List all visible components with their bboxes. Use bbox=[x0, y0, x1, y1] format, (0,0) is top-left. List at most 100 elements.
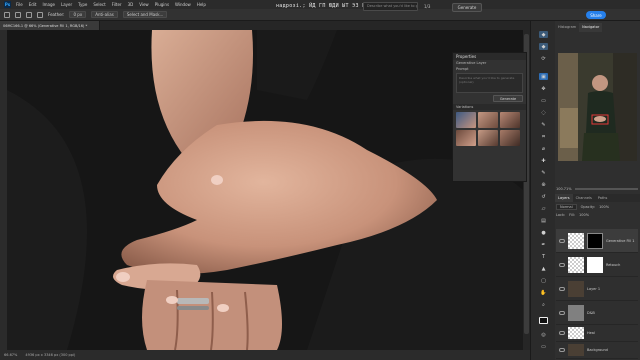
layer-row[interactable]: Layer 1 bbox=[556, 277, 638, 301]
layer-row[interactable]: Retouch bbox=[556, 253, 638, 277]
layer-thumbnail bbox=[568, 256, 584, 273]
variation-thumb-5[interactable] bbox=[478, 130, 498, 146]
quick-select-icon[interactable]: ✎ bbox=[539, 121, 548, 128]
add-selection-icon[interactable] bbox=[37, 11, 43, 18]
visibility-eye-icon[interactable] bbox=[559, 331, 565, 335]
feather-input[interactable]: 0 px bbox=[69, 11, 87, 18]
menu-type[interactable]: Type bbox=[78, 2, 87, 7]
marquee-tool-icon[interactable] bbox=[15, 11, 21, 18]
menu-window[interactable]: Window bbox=[175, 2, 191, 7]
screen-mode-icon[interactable]: ▭ bbox=[539, 343, 548, 350]
menu-help[interactable]: Help bbox=[197, 2, 206, 7]
navigator-tabs: Histogram Navigator bbox=[555, 23, 640, 32]
prompt-textarea[interactable]: Describe what you'd like to generate (op… bbox=[456, 73, 523, 93]
lasso-icon[interactable]: ◌ bbox=[539, 109, 548, 116]
visibility-eye-icon[interactable] bbox=[559, 348, 565, 352]
photoshop-logo[interactable]: Ps bbox=[4, 1, 11, 8]
fill-input[interactable]: 100% bbox=[579, 213, 589, 217]
pen-icon[interactable]: ✒ bbox=[539, 241, 548, 248]
menu-view[interactable]: View bbox=[139, 2, 149, 7]
layer-row[interactable]: Heal bbox=[556, 325, 638, 342]
layer-name: D&B bbox=[587, 310, 595, 315]
tab-layers[interactable]: Layers bbox=[555, 194, 573, 202]
tab-paths[interactable]: Paths bbox=[595, 194, 611, 202]
menu-plugins[interactable]: Plugins bbox=[155, 2, 169, 7]
properties-panel: Properties Generative Layer Prompt Descr… bbox=[452, 52, 527, 182]
menu-image[interactable]: Image bbox=[42, 2, 55, 7]
menu-filter[interactable]: Filter bbox=[112, 2, 122, 7]
history-icon[interactable]: ⟳ bbox=[539, 55, 548, 62]
zoom-tool-icon[interactable]: ⌕ bbox=[539, 301, 548, 308]
opacity-input[interactable]: 100% bbox=[599, 205, 609, 209]
feather-label: Feather: bbox=[48, 12, 65, 17]
properties-generate-button[interactable]: Generate bbox=[493, 95, 523, 102]
document-info: 4936 px x 3346 px (300 ppi) bbox=[25, 353, 76, 357]
layer-name: Layer 1 bbox=[587, 286, 601, 291]
variation-thumb-3[interactable] bbox=[500, 112, 520, 128]
path-select-icon[interactable]: ▲ bbox=[539, 265, 548, 272]
status-bar: 66.67% 4936 px x 3346 px (300 ppi) bbox=[0, 350, 530, 360]
gradient-icon[interactable]: ▤ bbox=[539, 217, 548, 224]
canvas[interactable] bbox=[7, 30, 523, 350]
layer-row[interactable]: Background bbox=[556, 342, 638, 359]
visibility-eye-icon[interactable] bbox=[559, 286, 565, 291]
generate-button[interactable]: Generate bbox=[452, 3, 482, 12]
layer-row[interactable]: D&B bbox=[556, 301, 638, 325]
new-selection-icon[interactable] bbox=[26, 11, 32, 18]
foreground-color-swatch[interactable] bbox=[539, 317, 548, 324]
healing-brush-icon[interactable]: ✚ bbox=[539, 157, 548, 164]
navigator-preview[interactable] bbox=[558, 53, 637, 161]
variation-pager[interactable]: 1/3 bbox=[424, 4, 430, 9]
visibility-eye-icon[interactable] bbox=[559, 262, 565, 267]
eyedropper-icon[interactable]: ⌀ bbox=[539, 145, 548, 152]
zoom-slider[interactable] bbox=[574, 188, 638, 190]
dodge-icon[interactable]: ● bbox=[539, 229, 548, 236]
menu-file[interactable]: File bbox=[16, 2, 23, 7]
type-tool-icon[interactable]: T bbox=[539, 253, 548, 260]
zoom-readout[interactable]: 66.67% bbox=[4, 353, 17, 357]
visibility-eye-icon[interactable] bbox=[559, 310, 565, 315]
layers-tabs: Layers Channels Paths bbox=[555, 194, 640, 202]
tab-histogram[interactable]: Histogram bbox=[555, 23, 579, 32]
tools-panel bbox=[0, 30, 7, 350]
properties-icon[interactable]: ▣ bbox=[539, 73, 548, 80]
ai-assist-icon[interactable]: ◆ bbox=[539, 31, 548, 38]
navigator-zoom-value[interactable]: 100.71% bbox=[556, 187, 572, 191]
share-button[interactable]: Share bbox=[586, 11, 606, 19]
navigator-zoom-row: 100.71% bbox=[556, 185, 638, 193]
tab-navigator[interactable]: Navigator bbox=[579, 23, 603, 32]
layer-mask-thumbnail[interactable] bbox=[587, 232, 603, 249]
tab-channels[interactable]: Channels bbox=[573, 194, 595, 202]
fill-label: Fill: bbox=[569, 213, 576, 217]
crop-icon[interactable]: ⌗ bbox=[539, 133, 548, 140]
select-and-mask-button[interactable]: Select and Mask... bbox=[122, 11, 168, 18]
history-brush-icon[interactable]: ↺ bbox=[539, 193, 548, 200]
shape-icon[interactable]: ▢ bbox=[539, 277, 548, 284]
layer-mask-thumbnail[interactable] bbox=[587, 256, 603, 273]
layer-row[interactable]: Generative Fill 1 bbox=[556, 229, 638, 253]
visibility-eye-icon[interactable] bbox=[559, 238, 565, 243]
top-prompt-input[interactable]: Describe what you'd like to generate bbox=[363, 2, 418, 11]
variation-thumb-4[interactable] bbox=[456, 130, 476, 146]
ai-icon[interactable]: ◆ bbox=[539, 43, 548, 50]
blend-mode-select[interactable]: Normal bbox=[556, 204, 577, 210]
antialias-checkbox[interactable]: Anti-alias bbox=[91, 11, 118, 18]
layer-name: Background bbox=[587, 348, 608, 352]
brush-icon[interactable]: ✎ bbox=[539, 169, 548, 176]
variation-thumb-6[interactable] bbox=[500, 130, 520, 146]
opacity-label: Opacity: bbox=[580, 205, 596, 209]
move-tool-icon[interactable]: ✥ bbox=[539, 85, 548, 92]
menu-3d[interactable]: 3D bbox=[128, 2, 134, 7]
clone-stamp-icon[interactable]: ⊕ bbox=[539, 181, 548, 188]
eraser-icon[interactable]: ▱ bbox=[539, 205, 548, 212]
hand-tool-icon[interactable]: ✋ bbox=[539, 289, 548, 296]
quick-mask-icon[interactable]: ◎ bbox=[539, 331, 548, 338]
variation-thumb-2[interactable] bbox=[478, 112, 498, 128]
marquee-icon[interactable]: ▭ bbox=[539, 97, 548, 104]
menu-edit[interactable]: Edit bbox=[29, 2, 37, 7]
home-icon[interactable] bbox=[4, 11, 10, 18]
document-tab[interactable]: 06MC166-1 @ 66% (Generative Fill 1, RGB/… bbox=[0, 21, 100, 30]
menu-layer[interactable]: Layer bbox=[61, 2, 72, 7]
menu-select[interactable]: Select bbox=[93, 2, 105, 7]
variation-thumb-1[interactable] bbox=[456, 112, 476, 128]
